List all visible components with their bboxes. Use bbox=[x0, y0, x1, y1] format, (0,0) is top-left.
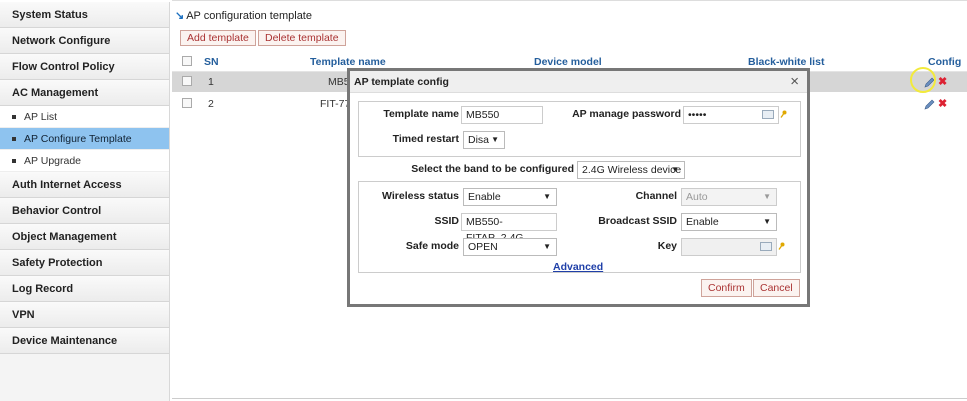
edit-pencil-icon[interactable] bbox=[924, 99, 935, 110]
row-sn: 1 bbox=[208, 76, 214, 88]
channel-value: Auto bbox=[686, 191, 708, 203]
broadcast-ssid-select[interactable]: Enable ▼ bbox=[681, 213, 777, 231]
sidebar-item-vpn[interactable]: VPN bbox=[0, 302, 169, 328]
key-label: Key bbox=[657, 240, 677, 252]
breadcrumb-label: AP configuration template bbox=[186, 10, 312, 22]
timed-restart-value: Disa bbox=[468, 134, 490, 146]
sidebar-item-object-management[interactable]: Object Management bbox=[0, 224, 169, 250]
bullet-icon bbox=[12, 159, 16, 164]
column-sn: SN bbox=[204, 56, 219, 68]
timed-restart-select[interactable]: Disa ▼ bbox=[463, 131, 505, 149]
sidebar-subitem-ap-list[interactable]: AP List bbox=[0, 106, 169, 128]
timed-restart-label: Timed restart bbox=[392, 133, 459, 145]
sidebar-subitem-ap-configure-template[interactable]: AP Configure Template bbox=[0, 128, 169, 150]
sidebar-subitem-label: AP List bbox=[24, 111, 58, 123]
sidebar-subitem-label: AP Configure Template bbox=[24, 133, 132, 145]
breadcrumb: ↘ AP configuration template bbox=[175, 9, 312, 22]
wireless-status-select[interactable]: Enable ▼ bbox=[463, 188, 557, 206]
sidebar-item-log-record[interactable]: Log Record bbox=[0, 276, 169, 302]
chevron-down-icon: ▼ bbox=[763, 192, 771, 201]
broadcast-ssid-value: Enable bbox=[686, 216, 719, 228]
password-input[interactable]: ••••• bbox=[683, 106, 779, 124]
channel-label: Channel bbox=[635, 190, 677, 202]
sidebar-item-flow-control-policy[interactable]: Flow Control Policy bbox=[0, 54, 169, 80]
ap-template-config-dialog: AP template config × Template name MB550… bbox=[347, 68, 810, 307]
safe-mode-select[interactable]: OPEN ▼ bbox=[463, 238, 557, 256]
advanced-link[interactable]: Advanced bbox=[553, 261, 603, 273]
sidebar-item-behavior-control[interactable]: Behavior Control bbox=[0, 198, 169, 224]
delete-x-icon[interactable]: ✖ bbox=[938, 97, 947, 110]
delete-x-icon[interactable]: ✖ bbox=[938, 75, 947, 88]
sidebar-item-safety-protection[interactable]: Safety Protection bbox=[0, 250, 169, 276]
arrow-icon: ↘ bbox=[175, 10, 185, 22]
chevron-down-icon: ▼ bbox=[543, 192, 551, 201]
template-name-input[interactable]: MB550 bbox=[461, 106, 543, 124]
safe-mode-value: OPEN bbox=[468, 241, 498, 253]
sidebar-item-system-status[interactable]: System Status bbox=[0, 2, 169, 28]
sidebar: System Status Network Configure Flow Con… bbox=[0, 2, 170, 401]
highlight-circle bbox=[910, 67, 936, 93]
sidebar-subitem-ap-upgrade[interactable]: AP Upgrade bbox=[0, 150, 169, 172]
key-icon bbox=[778, 242, 785, 250]
ssid-input[interactable]: MB550-FITAP_2.4G bbox=[461, 213, 557, 244]
chevron-down-icon: ▼ bbox=[491, 135, 499, 144]
delete-template-button[interactable]: Delete template bbox=[258, 30, 346, 46]
chevron-down-icon: ▼ bbox=[763, 217, 771, 226]
ssid-label: SSID bbox=[434, 215, 459, 227]
dialog-title: AP template config bbox=[354, 76, 449, 88]
sidebar-item-auth-internet-access[interactable]: Auth Internet Access bbox=[0, 172, 169, 198]
chevron-down-icon: ▼ bbox=[671, 165, 679, 174]
bullet-icon bbox=[12, 137, 16, 142]
safe-mode-label: Safe mode bbox=[405, 240, 459, 252]
select-all-checkbox[interactable] bbox=[182, 56, 192, 66]
band-select[interactable]: 2.4G Wireless device ▼ bbox=[577, 161, 685, 179]
dialog-title-bar: AP template config × bbox=[350, 71, 807, 93]
band-value: 2.4G Wireless device bbox=[582, 164, 682, 176]
sidebar-subitem-label: AP Upgrade bbox=[24, 155, 82, 167]
wireless-status-label: Wireless status bbox=[382, 190, 459, 202]
column-template-name: Template name bbox=[310, 56, 386, 68]
template-settings-box: Template name MB550 AP manage password •… bbox=[358, 101, 801, 157]
sidebar-item-network-configure[interactable]: Network Configure bbox=[0, 28, 169, 54]
channel-select[interactable]: Auto ▼ bbox=[681, 188, 777, 206]
broadcast-ssid-label: Broadcast SSID bbox=[598, 215, 677, 227]
password-label: AP manage password bbox=[572, 108, 681, 120]
column-black-white-list: Black-white list bbox=[748, 56, 825, 68]
wireless-status-value: Enable bbox=[468, 191, 501, 203]
confirm-button[interactable]: Confirm bbox=[701, 279, 752, 297]
bullet-icon bbox=[12, 115, 16, 120]
chevron-down-icon: ▼ bbox=[543, 242, 551, 251]
keyboard-icon[interactable] bbox=[762, 110, 774, 119]
add-template-button[interactable]: Add template bbox=[180, 30, 256, 46]
password-value: ••••• bbox=[688, 109, 707, 121]
row-sn: 2 bbox=[208, 98, 214, 110]
cancel-button[interactable]: Cancel bbox=[753, 279, 800, 297]
wireless-settings-box: Wireless status Enable ▼ Channel Auto ▼ SS… bbox=[358, 181, 801, 273]
column-device-model: Device model bbox=[534, 56, 602, 68]
divider bbox=[172, 398, 967, 399]
band-label: Select the band to be configured bbox=[411, 163, 574, 175]
column-config: Config bbox=[928, 56, 962, 68]
key-icon bbox=[780, 110, 787, 118]
template-name-label: Template name bbox=[383, 108, 459, 120]
sidebar-item-ac-management[interactable]: AC Management bbox=[0, 80, 169, 106]
row-checkbox[interactable] bbox=[182, 98, 192, 108]
key-input[interactable] bbox=[681, 238, 777, 256]
sidebar-item-device-maintenance[interactable]: Device Maintenance bbox=[0, 328, 169, 354]
keyboard-icon[interactable] bbox=[760, 242, 772, 251]
row-checkbox[interactable] bbox=[182, 76, 192, 86]
close-icon[interactable]: × bbox=[790, 71, 799, 93]
row-template-name: FIT-77 bbox=[320, 98, 351, 110]
